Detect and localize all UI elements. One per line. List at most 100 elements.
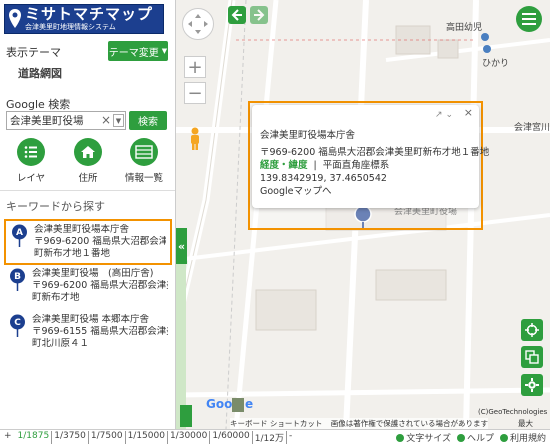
popup-coord-row: 経度・緯度 | 平面直角座標系 bbox=[260, 160, 390, 171]
logo-subtitle: 会津美里町地理情報システム bbox=[25, 23, 116, 31]
keyword-heading: キーワードから探す bbox=[6, 200, 105, 213]
scale-15000[interactable]: 1/15000 bbox=[126, 431, 168, 444]
help-icon bbox=[456, 433, 465, 442]
theme-heading: 表示テーマ bbox=[6, 46, 61, 59]
popup-plane-tab[interactable]: 平面直角座標系 bbox=[323, 160, 390, 171]
school-icon bbox=[481, 33, 489, 41]
pan-control[interactable] bbox=[182, 8, 214, 40]
tool-layers-label: レイヤ bbox=[16, 173, 46, 184]
svg-text:C: C bbox=[14, 318, 21, 328]
popup-coord-tab[interactable]: 経度・緯度 bbox=[260, 160, 308, 171]
footer: + 1/1875 1/3750 1/7500 1/15000 1/30000 1… bbox=[0, 429, 550, 444]
forward-button[interactable] bbox=[250, 6, 268, 24]
plus-icon[interactable]: + bbox=[4, 431, 12, 444]
tool-info-list[interactable]: 情報一覧 bbox=[119, 138, 169, 184]
tool-address[interactable]: 住所 bbox=[63, 138, 113, 184]
font-size-icon bbox=[396, 433, 405, 442]
chevron-down-icon: ▼ bbox=[161, 47, 168, 55]
search-row: × ▼ 検索 bbox=[6, 111, 170, 130]
settings-button[interactable] bbox=[521, 374, 543, 396]
terms-link[interactable]: 利用規約 bbox=[499, 431, 546, 444]
result-b-address: 〒969-6200 福島県大沼郡会津美里 bbox=[32, 280, 168, 291]
crosshair-icon bbox=[525, 323, 539, 337]
scale-list: + 1/1875 1/3750 1/7500 1/15000 1/30000 1… bbox=[4, 431, 294, 444]
close-icon[interactable]: × bbox=[464, 106, 473, 119]
terms-icon bbox=[499, 433, 508, 442]
arrow-right-icon bbox=[254, 9, 265, 21]
max-scale-label: 最大 bbox=[518, 419, 533, 428]
result-item-a[interactable]: A 会津美里町役場本庁舎 〒969-6200 福島県大沼郡会津美里 町新布才地１… bbox=[4, 219, 172, 265]
marker-b-icon: B bbox=[10, 268, 25, 291]
google-logo: Google bbox=[206, 397, 254, 411]
menu-button[interactable] bbox=[516, 6, 542, 32]
plus-icon: + bbox=[187, 56, 203, 78]
keyboard-shortcuts-link[interactable]: キーボード ショートカット bbox=[230, 419, 322, 428]
marker-c-icon: C bbox=[10, 314, 25, 337]
share-icon[interactable]: ↗ ⌄ bbox=[435, 110, 453, 120]
sidebar: ミサトマチマップ 会津美里町地理情報システム 表示テーマ テーマ変更 ▼ 道路網… bbox=[0, 0, 176, 429]
scale-1875[interactable]: 1/1875 bbox=[16, 431, 53, 444]
person-icon[interactable] bbox=[180, 405, 192, 427]
svg-text:A: A bbox=[16, 228, 23, 238]
tool-info-list-label: 情報一覧 bbox=[124, 173, 163, 184]
result-c-title: 会津美里町役場 本郷本庁舎 bbox=[32, 314, 150, 325]
scale-7500[interactable]: 1/7500 bbox=[89, 431, 126, 444]
search-button[interactable]: 検索 bbox=[129, 111, 167, 130]
layers-icon bbox=[17, 138, 45, 166]
popup-coords: 139.8342919, 37.4650542 bbox=[260, 173, 387, 184]
minus-icon: − bbox=[187, 82, 203, 104]
info-popup: × ↗ ⌄ 会津美里町役場本庁舎 〒969-6200 福島県大沼郡会津美里町新布… bbox=[252, 105, 490, 208]
result-a-title: 会津美里町役場本庁舎 bbox=[34, 224, 130, 235]
current-location-button[interactable] bbox=[521, 319, 543, 341]
svg-text:B: B bbox=[14, 272, 21, 282]
result-c-address2: 町北川原４１ bbox=[32, 338, 90, 349]
tool-layers[interactable]: レイヤ bbox=[6, 138, 56, 184]
result-b-address2: 町新布才地 bbox=[32, 292, 80, 303]
copyright-notice: 画像は著作権で保護されている場合があります bbox=[330, 419, 489, 428]
result-c-address: 〒969-6155 福島県大沼郡会津美里 bbox=[32, 326, 168, 337]
result-a-address: 〒969-6200 福島県大沼郡会津美里 bbox=[34, 236, 166, 247]
theme-change-button[interactable]: テーマ変更 ▼ bbox=[108, 41, 168, 61]
popup-gmaps-link[interactable]: Googleマップへ bbox=[260, 185, 471, 198]
street-view-pegman[interactable] bbox=[188, 127, 202, 151]
geotech-copyright: (C)GeoTechnologies Inc bbox=[478, 408, 550, 416]
footer-links: 文字サイズ ヘルプ 利用規約 bbox=[396, 431, 546, 444]
zoom-out-button[interactable]: − bbox=[184, 82, 206, 104]
result-item-c[interactable]: C 会津美里町役場 本郷本庁舎 〒969-6155 福島県大沼郡会津美里 町北川… bbox=[4, 311, 172, 357]
map-pin-icon bbox=[5, 5, 25, 33]
scale-3750[interactable]: 1/3750 bbox=[52, 431, 89, 444]
map-attribution: キーボード ショートカット 画像は著作権で保護されている場合があります bbox=[230, 418, 489, 429]
gear-icon bbox=[525, 378, 539, 392]
zoom-in-button[interactable]: + bbox=[184, 56, 206, 78]
info-popup-highlight: × ↗ ⌄ 会津美里町役場本庁舎 〒969-6200 福島県大沼郡会津美里町新布… bbox=[248, 101, 490, 230]
app-logo[interactable]: ミサトマチマップ 会津美里町地理情報システム bbox=[4, 4, 164, 34]
scale-minus[interactable]: - bbox=[287, 431, 294, 444]
font-size-link[interactable]: 文字サイズ bbox=[396, 431, 451, 444]
copy-icon bbox=[525, 350, 539, 364]
clear-icon[interactable]: × bbox=[101, 113, 111, 127]
collapse-sidebar-button[interactable]: « bbox=[176, 228, 187, 264]
popup-address: 〒969-6200 福島県大沼郡会津美里町新布才地１番地 bbox=[260, 147, 490, 158]
help-link[interactable]: ヘルプ bbox=[456, 431, 494, 444]
scale-120000[interactable]: 1/12万 bbox=[253, 431, 287, 444]
logo-title: ミサトマチマップ bbox=[25, 5, 154, 23]
marker-a-icon: A bbox=[12, 224, 27, 247]
back-button[interactable] bbox=[228, 6, 246, 24]
result-a-address2: 町新布才地１番地 bbox=[34, 248, 111, 259]
theme-name: 道路網図 bbox=[18, 67, 62, 80]
search-heading: Google 検索 bbox=[6, 98, 71, 111]
arrow-left-icon bbox=[231, 9, 242, 21]
theme-change-label: テーマ変更 bbox=[108, 47, 159, 59]
poi-icon bbox=[483, 45, 491, 53]
hamburger-icon bbox=[522, 13, 536, 25]
divider bbox=[0, 190, 175, 191]
result-item-b[interactable]: B 会津美里町役場 (高田庁舎) 〒969-6200 福島県大沼郡会津美里 町新… bbox=[4, 265, 172, 311]
copy-button[interactable] bbox=[521, 346, 543, 368]
scale-30000[interactable]: 1/30000 bbox=[168, 431, 211, 444]
home-icon bbox=[74, 138, 102, 166]
popup-title: 会津美里町役場本庁舎 bbox=[260, 130, 356, 141]
dropdown-toggle[interactable]: ▼ bbox=[113, 114, 124, 127]
scale-60000[interactable]: 1/60000 bbox=[210, 431, 253, 444]
satellite-thumb-icon[interactable] bbox=[232, 398, 244, 412]
result-b-title: 会津美里町役場 (高田庁舎) bbox=[32, 268, 154, 279]
